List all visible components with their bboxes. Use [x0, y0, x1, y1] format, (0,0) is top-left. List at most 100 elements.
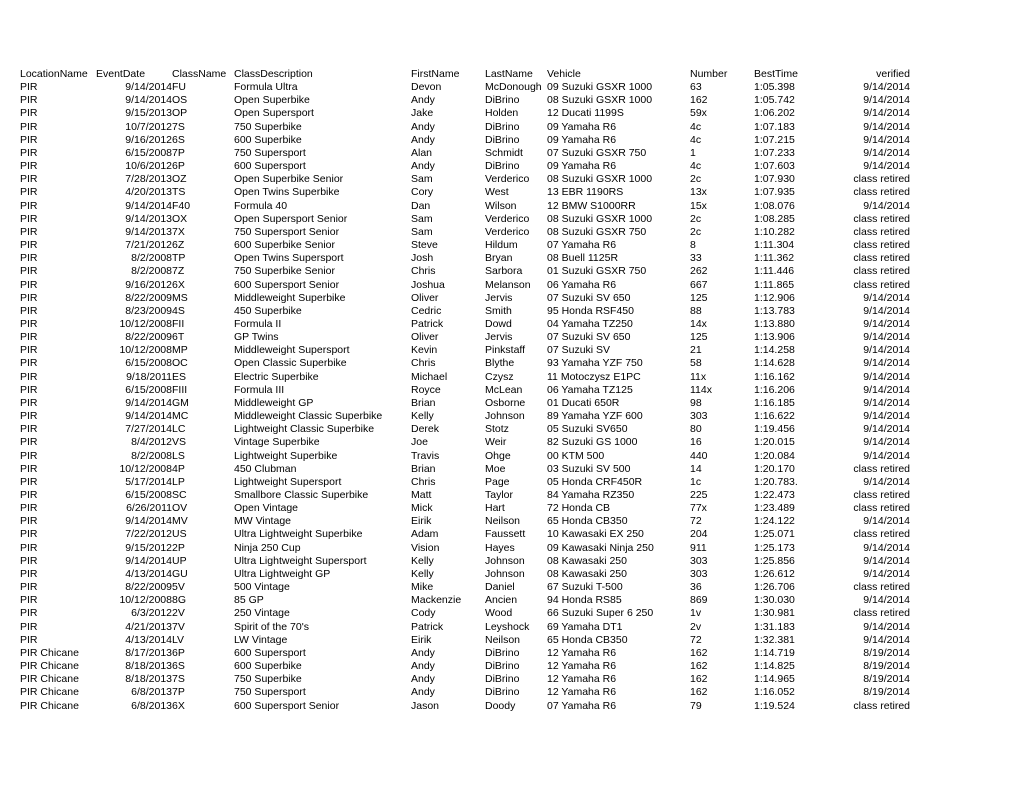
cell-classdescription: Electric Superbike — [234, 370, 319, 383]
cell-locationname: PIR — [20, 370, 38, 383]
table-row: PIR 8/2/2008 7Z 750 Superbike Senior Chris Sa… — [20, 265, 910, 278]
cell-number: 88 — [690, 304, 702, 317]
cell-vehicle: 07 Suzuki SV 650 — [547, 291, 631, 304]
cell-eventdate: 9/18/2011 — [126, 370, 172, 383]
column-header-classname[interactable]: ClassName — [172, 68, 234, 81]
cell-classdescription: Middleweight Superbike — [234, 291, 346, 304]
table-row: PIR 8/22/2009 MS Middleweight Superbike Oliv… — [20, 292, 910, 305]
table-row: PIR Chicane 8/18/2013 7S 750 Superbike Andy D… — [20, 673, 910, 686]
cell-number: 2c — [690, 225, 702, 238]
cell-eventdate: 4/20/2013 — [125, 186, 172, 199]
cell-besttime: 1:25.071 — [754, 528, 795, 541]
cell-eventdate: 8/22/2009 — [125, 331, 172, 344]
cell-lastname: Faussett — [485, 528, 526, 541]
column-header-locationname[interactable]: LocationName — [20, 68, 96, 81]
column-header-classdescription[interactable]: ClassDescription — [234, 68, 411, 81]
cell-firstname: Andy — [411, 120, 435, 133]
cell-lastname: McLean — [485, 383, 523, 396]
cell-number: 162 — [690, 660, 708, 673]
cell-lastname: Johnson — [485, 410, 525, 423]
cell-vehicle: 12 Yamaha R6 — [547, 660, 617, 673]
cell-verified: 9/14/2014 — [863, 107, 910, 120]
cell-classdescription: 750 Supersport — [234, 686, 306, 699]
cell-vehicle: 93 Yamaha YZF 750 — [547, 357, 643, 370]
column-header-number[interactable]: Number — [690, 68, 754, 81]
cell-lastname: DiBrino — [485, 160, 520, 173]
cell-number: 667 — [690, 278, 708, 291]
cell-lastname: Jervis — [485, 331, 513, 344]
cell-verified: 9/14/2014 — [863, 344, 910, 357]
cell-vehicle: 01 Ducati 650R — [547, 396, 620, 409]
table-body: PIR 9/14/2014 FU Formula Ultra Devon McDonoug… — [20, 81, 910, 713]
cell-besttime: 1:11.362 — [754, 252, 795, 265]
cell-lastname: DiBrino — [485, 673, 520, 686]
cell-classdescription: 600 Superbike Senior — [234, 239, 335, 252]
cell-besttime: 1:06.202 — [754, 107, 795, 120]
cell-besttime: 1:30.981 — [754, 607, 795, 620]
cell-classname: 7P — [172, 146, 185, 159]
cell-classname: UP — [172, 554, 187, 567]
cell-vehicle: 10 Kawasaki EX 250 — [547, 528, 644, 541]
cell-classdescription: Formula 40 — [234, 199, 288, 212]
cell-vehicle: 00 KTM 500 — [547, 449, 605, 462]
cell-besttime: 1:31.183 — [754, 620, 795, 633]
cell-locationname: PIR — [20, 449, 38, 462]
cell-verified: class retired — [853, 502, 910, 515]
cell-besttime: 1:16.622 — [754, 410, 795, 423]
cell-classname: 6T — [172, 331, 185, 344]
cell-classdescription: 450 Clubman — [234, 462, 297, 475]
cell-eventdate: 9/14/2014 — [125, 199, 172, 212]
cell-firstname: Patrick — [411, 317, 444, 330]
table-row: PIR 7/22/2012 US Ultra Lightweight Superbik… — [20, 528, 910, 541]
cell-besttime: 1:13.783 — [754, 304, 795, 317]
cell-eventdate: 9/14/2014 — [125, 396, 172, 409]
cell-lastname: Hayes — [485, 541, 515, 554]
cell-locationname: PIR — [20, 607, 38, 620]
cell-number: 162 — [690, 686, 708, 699]
column-header-firstname[interactable]: FirstName — [411, 68, 485, 81]
cell-firstname: Steve — [411, 239, 438, 252]
column-header-eventdate[interactable]: EventDate — [96, 68, 172, 81]
cell-vehicle: 11 Motoczysz E1PC — [547, 370, 641, 383]
cell-locationname: PIR — [20, 541, 38, 554]
table-row: PIR 9/14/2014 F40 Formula 40 Dan Wilson 12 BMW… — [20, 200, 910, 213]
table-row: PIR 9/14/2014 MC Middleweight Classic Super… — [20, 410, 910, 423]
column-header-lastname[interactable]: LastName — [485, 68, 547, 81]
cell-locationname: PIR — [20, 528, 38, 541]
cell-besttime: 1:07.183 — [754, 120, 795, 133]
cell-lastname: DiBrino — [485, 94, 520, 107]
column-header-verified[interactable]: verified — [826, 68, 910, 81]
cell-firstname: Patrick — [411, 620, 444, 633]
column-header-vehicle[interactable]: Vehicle — [547, 68, 690, 81]
cell-locationname: PIR — [20, 331, 38, 344]
cell-number: 59x — [690, 107, 707, 120]
cell-verified: 9/14/2014 — [863, 160, 910, 173]
cell-lastname: Wilson — [485, 199, 517, 212]
cell-number: 2v — [690, 620, 702, 633]
cell-lastname: Neilson — [485, 515, 521, 528]
cell-locationname: PIR — [20, 344, 38, 357]
cell-classname: 7S — [172, 673, 185, 686]
cell-lastname: Hildum — [485, 239, 518, 252]
cell-firstname: Mike — [411, 581, 434, 594]
cell-classname: TS — [172, 186, 186, 199]
table-row: PIR 9/14/2014 UP Ultra Lightweight Superspo… — [20, 555, 910, 568]
cell-eventdate: 10/12/2008 — [119, 317, 172, 330]
cell-classdescription: Spirit of the 70's — [234, 620, 309, 633]
cell-eventdate: 6/15/2008 — [125, 357, 172, 370]
cell-number: 63 — [690, 81, 702, 94]
cell-classdescription: 500 Vintage — [234, 581, 290, 594]
column-header-besttime[interactable]: BestTime — [754, 68, 826, 81]
cell-locationname: PIR — [20, 502, 38, 515]
cell-number: 2c — [690, 173, 702, 186]
cell-locationname: PIR — [20, 186, 38, 199]
cell-classdescription: 750 Superbike — [234, 120, 302, 133]
cell-verified: class retired — [853, 581, 910, 594]
cell-firstname: Travis — [411, 449, 440, 462]
cell-besttime: 1:11.865 — [754, 278, 795, 291]
cell-classdescription: Open Vintage — [234, 502, 299, 515]
cell-lastname: Weir — [485, 436, 507, 449]
cell-number: 4c — [690, 133, 702, 146]
cell-classname: OC — [172, 357, 188, 370]
cell-locationname: PIR Chicane — [20, 673, 79, 686]
